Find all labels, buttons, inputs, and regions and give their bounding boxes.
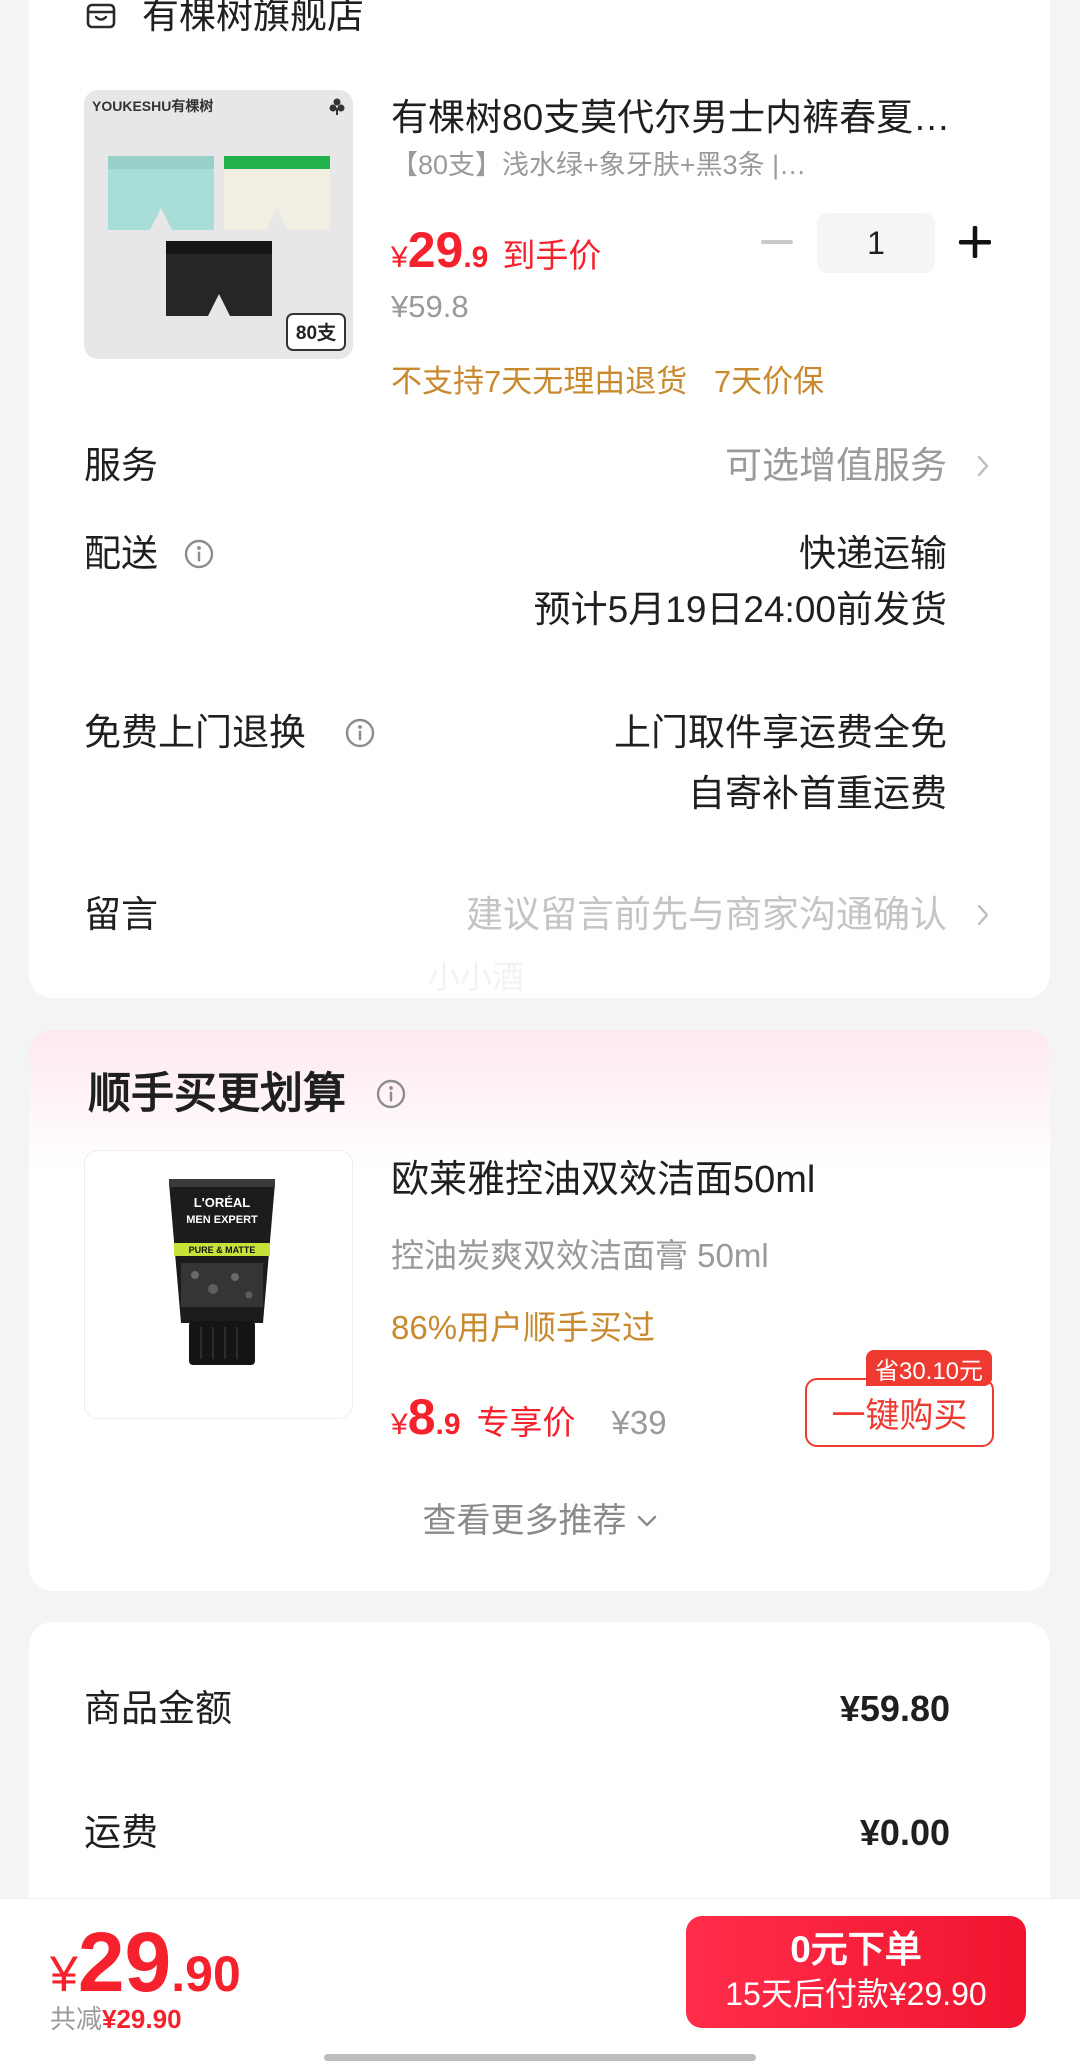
info-icon[interactable] <box>375 1078 407 1110</box>
underwear-mint <box>108 156 214 230</box>
submit-order-button[interactable]: 0元下单 15天后付款¥29.90 <box>686 1916 1026 2028</box>
watermark: 小小酒 <box>428 959 525 995</box>
price-summary-card: 商品金额 ¥59.80 运费 ¥0.00 <box>29 1622 1050 1942</box>
submit-order-title: 0元下单 <box>790 1929 922 1970</box>
goods-amount-value: ¥59.80 <box>839 1688 950 1729</box>
notice-no-return: 不支持7天无理由退货 <box>391 364 688 399</box>
order-confirm-page: 有棵树旗舰店 YOUKESHU有棵树 80支 有棵树80支莫代尔男士内裤春夏… … <box>0 0 1080 2064</box>
discount-label: 共减 <box>50 2004 103 2034</box>
delivery-method: 快递运输 <box>799 533 947 574</box>
price-decimal: .9 <box>435 1408 461 1441</box>
addon-card: 顺手买更划算 L'ORÉAL MEN EXPERT PURE & MATTE 欧… <box>29 1030 1050 1591</box>
chevron-right-icon[interactable] <box>977 904 989 926</box>
addon-price: ¥ 8 .9 专享价 ¥39 <box>391 1392 667 1442</box>
quantity-stepper[interactable]: 1 <box>817 213 935 273</box>
free-return-line2: 自寄补首重运费 <box>688 773 947 814</box>
product-image[interactable]: YOUKESHU有棵树 80支 <box>84 90 353 359</box>
price-integer: 29 <box>407 222 464 278</box>
store-icon[interactable] <box>86 3 116 29</box>
total-discount: 共减¥29.90 <box>50 2003 182 2035</box>
plus-icon[interactable] <box>959 226 991 258</box>
save-badge: 省30.10元 <box>866 1350 992 1386</box>
tube-brand: L'ORÉAL <box>194 1195 251 1210</box>
info-icon[interactable] <box>183 538 215 570</box>
discount-value: ¥29.90 <box>102 2004 182 2034</box>
price-integer: 8 <box>407 1389 436 1445</box>
total-price: ¥ 29 .90 <box>50 1920 241 2004</box>
price-decimal: .9 <box>463 241 489 274</box>
product-image-badge-text: 80支 <box>296 322 337 344</box>
home-indicator[interactable] <box>324 2054 756 2061</box>
free-return-label: 免费上门退换 <box>84 712 306 753</box>
delivery-eta: 预计5月19日24:00前发货 <box>533 589 947 630</box>
cleanser-tube-graphic: L'ORÉAL MEN EXPERT PURE & MATTE <box>169 1179 275 1365</box>
product-image-badge: 80支 <box>286 313 346 351</box>
submit-order-subtitle: 15天后付款¥29.90 <box>725 1976 987 2012</box>
underwear-ivory <box>224 156 330 230</box>
addon-title[interactable]: 欧莱雅控油双效洁面50ml <box>391 1157 991 1203</box>
info-icon[interactable] <box>344 717 376 749</box>
service-value[interactable]: 可选增值服务 <box>725 443 947 489</box>
service-label: 服务 <box>84 445 158 486</box>
product-image-brand: YOUKESHU有棵树 <box>92 98 213 114</box>
addon-social-proof: 86%用户顺手买过 <box>391 1309 656 1346</box>
addon-original-price: ¥39 <box>611 1404 667 1441</box>
chevron-down-icon <box>637 1515 656 1527</box>
message-input[interactable]: 建议留言前先与商家沟通确认 <box>466 892 947 938</box>
chevron-right-icon[interactable] <box>977 455 989 477</box>
product-title[interactable]: 有棵树80支莫代尔男士内裤春夏… <box>391 96 985 140</box>
product-notices: 不支持7天无理由退货 7天价保 <box>391 362 824 402</box>
store-name[interactable]: 有棵树旗舰店 <box>142 0 364 36</box>
original-price: ¥59.8 <box>391 289 469 324</box>
shipping-value: ¥0.00 <box>859 1812 950 1853</box>
notice-price-protect[interactable]: 7天价保 <box>714 364 824 399</box>
addon-section-title: 顺手买更划算 <box>88 1070 346 1118</box>
addon-spec: 控油炭爽双效洁面膏 50ml <box>391 1237 769 1274</box>
total-decimal: .90 <box>171 1946 241 2002</box>
shipping-label: 运费 <box>84 1812 158 1853</box>
delivery-label: 配送 <box>84 533 158 574</box>
total-integer: 29 <box>77 1915 172 2009</box>
message-label: 留言 <box>84 894 158 935</box>
addon-product-image[interactable]: L'ORÉAL MEN EXPERT PURE & MATTE <box>84 1150 353 1419</box>
checkout-bar: ¥ 29 .90 共减¥29.90 0元下单 15天后付款¥29.90 <box>0 1899 1080 2064</box>
minus-icon[interactable] <box>761 240 793 244</box>
price-currency: ¥ <box>391 241 408 274</box>
total-currency: ¥ <box>50 1946 78 2002</box>
one-click-buy-button[interactable]: 一键购买 <box>805 1378 994 1447</box>
club-icon <box>329 98 345 115</box>
product-sku[interactable]: 【80支】浅水绿+象牙肤+黑3条 | 2XL <box>391 148 811 182</box>
more-recommendations-label: 查看更多推荐 <box>422 1502 627 1540</box>
more-recommendations-link[interactable]: 查看更多推荐 <box>29 1500 1050 1542</box>
tube-line: MEN EXPERT <box>186 1214 258 1226</box>
price-label: 到手价 <box>502 237 602 274</box>
price-currency: ¥ <box>391 1408 408 1441</box>
goods-amount-label: 商品金额 <box>84 1688 232 1729</box>
free-return-line1: 上门取件享运费全免 <box>614 712 947 753</box>
product-price: ¥ 29 .9 到手价 <box>391 225 601 275</box>
product-image-graphic: YOUKESHU有棵树 80支 <box>92 98 346 351</box>
tube-variant: PURE & MATTE <box>189 1245 256 1255</box>
order-item-card: 有棵树旗舰店 YOUKESHU有棵树 80支 有棵树80支莫代尔男士内裤春夏… … <box>29 0 1050 998</box>
underwear-black <box>166 241 272 316</box>
price-label: 专享价 <box>476 1404 576 1441</box>
